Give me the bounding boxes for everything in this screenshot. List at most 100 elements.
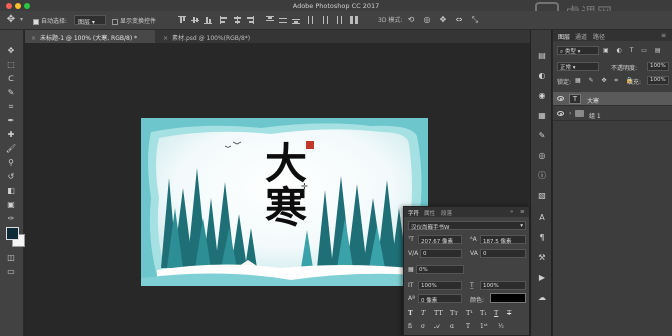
navigator-panel-icon[interactable]: ◎ (535, 150, 549, 162)
tool-presets-icon[interactable]: ⚒ (535, 252, 549, 264)
3d-rotate-icon[interactable]: ⟲ (404, 14, 418, 26)
tab-properties[interactable]: 属性 (424, 209, 435, 217)
distribute-bottom-icon[interactable] (292, 16, 300, 24)
tsume-input[interactable]: 0% (416, 265, 464, 274)
layer-row-group[interactable]: › 组 1 (553, 107, 672, 121)
libraries-panel-icon[interactable]: ☁ (535, 292, 549, 304)
clone-stamp-tool-icon[interactable]: ⚲ (4, 157, 18, 169)
3d-scale-icon[interactable]: ⤡ (468, 14, 482, 26)
gradient-tool-icon[interactable]: ▣ (4, 199, 18, 211)
layer-row-text[interactable]: T 大寒 (553, 92, 672, 106)
fractions-icon[interactable]: ½ (498, 323, 504, 330)
auto-select-dropdown[interactable]: 图层 ▾ (74, 15, 106, 26)
alternates-icon[interactable]: ɑ (450, 323, 454, 330)
checkbox-unchecked-icon[interactable] (112, 18, 118, 25)
swash-icon[interactable]: 𝒜 (434, 323, 440, 331)
subscript-icon[interactable]: T₁ (480, 309, 487, 317)
blend-mode-dropdown[interactable]: 正常 ▾ (557, 62, 599, 71)
small-caps-icon[interactable]: Tт (450, 309, 458, 317)
eyedropper-tool-icon[interactable]: ✒ (4, 115, 18, 127)
ordinals-icon[interactable]: 1ˢᵗ (480, 323, 487, 330)
show-transform-checkbox[interactable]: 显示变换控件 (112, 16, 156, 25)
distribute-vcenter-icon[interactable] (279, 16, 287, 24)
tab-paths[interactable]: 路径 (593, 32, 605, 41)
all-caps-icon[interactable]: TT (434, 309, 443, 317)
history-brush-tool-icon[interactable]: ↺ (4, 171, 18, 183)
history-panel-icon[interactable]: ▤ (535, 50, 549, 62)
superscript-icon[interactable]: T¹ (466, 309, 473, 317)
quick-select-tool-icon[interactable]: ✎ (4, 87, 18, 99)
panel-menu-icon[interactable]: ≡ (520, 209, 525, 215)
titling-icon[interactable]: T (466, 323, 470, 330)
collapse-icon[interactable]: » (510, 209, 513, 215)
adjustments-panel-icon[interactable]: ◐ (535, 70, 549, 82)
healing-brush-tool-icon[interactable]: ✚ (4, 129, 18, 141)
layer-filter-dropdown[interactable]: ⌕ 类型 ▾ (557, 46, 599, 55)
move-tool-preset-icon[interactable]: ✥ (4, 14, 18, 26)
quick-mask-icon[interactable]: ◫ (4, 252, 18, 264)
screen-mode-icon[interactable]: ▭ (4, 266, 18, 278)
kerning-input[interactable]: 0 (420, 249, 462, 258)
align-left-icon[interactable] (220, 16, 228, 24)
align-right-icon[interactable] (246, 16, 254, 24)
3d-pan-icon[interactable]: ✥ (436, 14, 450, 26)
close-tab-icon[interactable]: × (163, 35, 168, 42)
underline-icon[interactable]: T (494, 309, 498, 317)
distribute-right-icon[interactable] (334, 16, 342, 24)
tab-layers[interactable]: 图层 (558, 32, 570, 41)
panel-menu-icon[interactable]: ≡ (661, 32, 666, 39)
character-panel-icon[interactable]: A (535, 212, 549, 224)
expand-chevron-icon[interactable]: › (569, 110, 571, 117)
strikethrough-icon[interactable]: T (507, 309, 511, 317)
eraser-tool-icon[interactable]: ◧ (4, 185, 18, 197)
auto-select-checkbox[interactable]: 自动选择: (33, 16, 67, 25)
distribute-top-icon[interactable] (266, 16, 274, 24)
horizontal-scale-input[interactable]: 100% (480, 281, 526, 290)
paragraph-panel-icon[interactable]: ¶ (535, 232, 549, 244)
font-size-input[interactable]: 207.67 像素 (418, 235, 462, 245)
marquee-tool-icon[interactable]: ⬚ (4, 59, 18, 71)
tab-paragraph[interactable]: 段落 (441, 209, 452, 217)
crop-tool-icon[interactable]: ⌗ (4, 101, 18, 113)
leading-input[interactable]: 187.5 像素 (480, 235, 526, 245)
actions-panel-icon[interactable]: ▶ (535, 272, 549, 284)
tracking-input[interactable]: 0 (480, 249, 526, 258)
checkbox-checked-icon[interactable] (33, 18, 39, 25)
fill-input[interactable]: 100% (647, 76, 669, 85)
move-tool-icon[interactable]: ✥ (4, 45, 18, 57)
font-family-dropdown[interactable]: 汉仪尚巍手书W ▾ (408, 221, 526, 231)
auto-align-icon[interactable] (350, 16, 358, 24)
close-tab-icon[interactable]: × (31, 35, 36, 42)
vertical-scale-input[interactable]: 100% (418, 281, 462, 290)
brush-tool-icon[interactable]: 🖌 (4, 143, 18, 155)
visibility-eye-icon[interactable] (557, 111, 564, 116)
preset-chevron-icon[interactable]: ▾ (20, 16, 23, 23)
color-panel-icon[interactable]: ◉ (535, 90, 549, 102)
3d-roll-icon[interactable]: ◎ (420, 14, 434, 26)
ligatures-icon[interactable]: fi (408, 323, 412, 330)
tab-document-2[interactable]: × 素材.psd @ 100%(RGB/8*) (157, 30, 275, 43)
align-hcenter-icon[interactable] (233, 16, 241, 24)
3d-slide-icon[interactable]: ⇔ (452, 14, 466, 26)
visibility-eye-icon[interactable] (557, 96, 564, 101)
tab-document-1[interactable]: × 未标题-1 @ 100% (大寒, RGB/8) * (25, 30, 155, 43)
faux-italic-icon[interactable]: T (421, 309, 425, 317)
tab-channels[interactable]: 通道 (575, 32, 587, 41)
faux-bold-icon[interactable]: T (408, 309, 413, 317)
align-top-icon[interactable] (178, 16, 186, 24)
baseline-shift-input[interactable]: 0 像素 (418, 294, 462, 304)
layer-filter-icons[interactable]: ▣ ◐ T ▭ ▤ (603, 47, 664, 54)
brush-panel-icon[interactable]: ✎ (535, 130, 549, 142)
tab-character[interactable]: 字符 (408, 209, 419, 217)
document-canvas[interactable]: 大 寒 ✛ (141, 118, 428, 286)
pen-tool-icon[interactable]: ✑ (4, 213, 18, 225)
text-color-swatch[interactable] (490, 293, 526, 303)
align-vcenter-icon[interactable] (191, 16, 199, 24)
lasso-tool-icon[interactable]: ᑕ (4, 73, 18, 85)
align-bottom-icon[interactable] (204, 16, 212, 24)
styles-panel-icon[interactable]: ▧ (535, 190, 549, 202)
foreground-color-swatch[interactable] (6, 227, 19, 240)
distribute-hcenter-icon[interactable] (321, 16, 329, 24)
old-style-icon[interactable]: σ (421, 323, 425, 330)
info-panel-icon[interactable]: ⓘ (535, 170, 549, 182)
